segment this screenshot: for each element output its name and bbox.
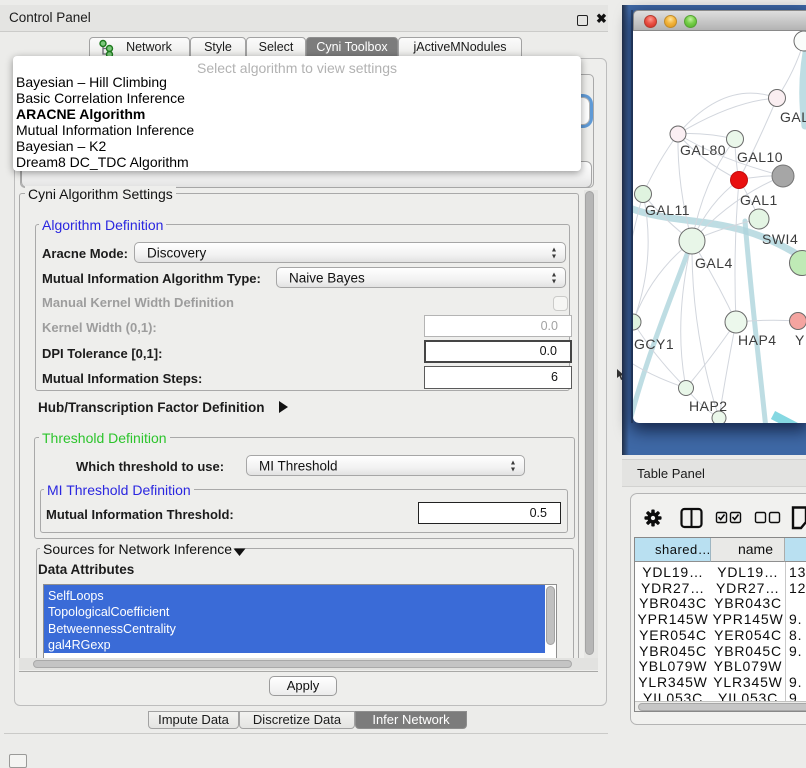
svg-text:GAL4: GAL4 bbox=[695, 255, 733, 271]
svg-text:HAP2: HAP2 bbox=[689, 398, 728, 414]
svg-text:YEL: YEL bbox=[795, 332, 806, 348]
svg-text:GAL2: GAL2 bbox=[780, 109, 806, 125]
svg-text:GAL80: GAL80 bbox=[680, 142, 726, 158]
svg-text:GAL11: GAL11 bbox=[645, 202, 690, 218]
svg-text:SWI4: SWI4 bbox=[762, 231, 798, 247]
svg-text:GAL10: GAL10 bbox=[737, 149, 783, 165]
svg-text:HAP4: HAP4 bbox=[738, 332, 777, 348]
svg-text:GCY1: GCY1 bbox=[634, 336, 674, 352]
svg-text:GAL1: GAL1 bbox=[740, 192, 778, 208]
